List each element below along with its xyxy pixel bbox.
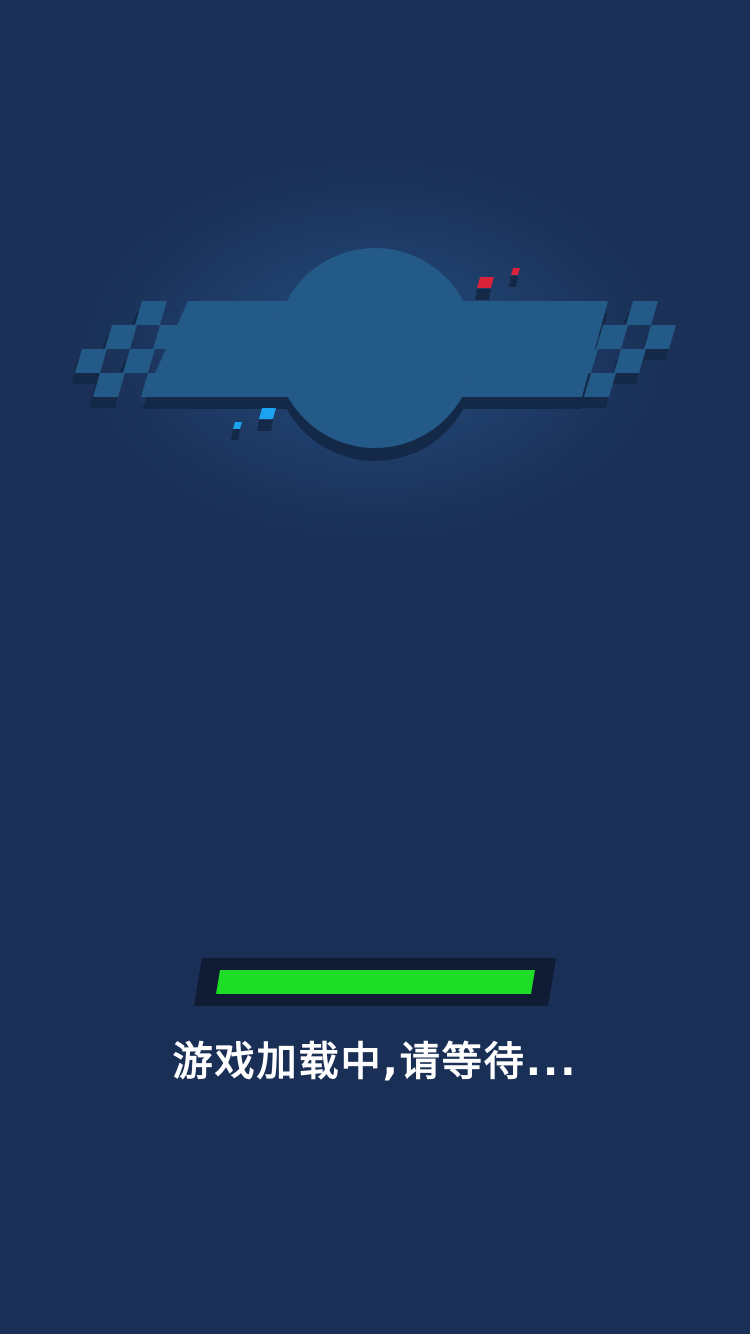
checkered-flag-racing-emblem-icon bbox=[72, 248, 676, 461]
loading-screen: 游戏加载中,请等待... bbox=[0, 0, 750, 1334]
loading-message: 游戏加载中,请等待... bbox=[172, 1039, 578, 1085]
progress-fill bbox=[216, 970, 535, 994]
loading-progress-bar bbox=[194, 958, 556, 1006]
